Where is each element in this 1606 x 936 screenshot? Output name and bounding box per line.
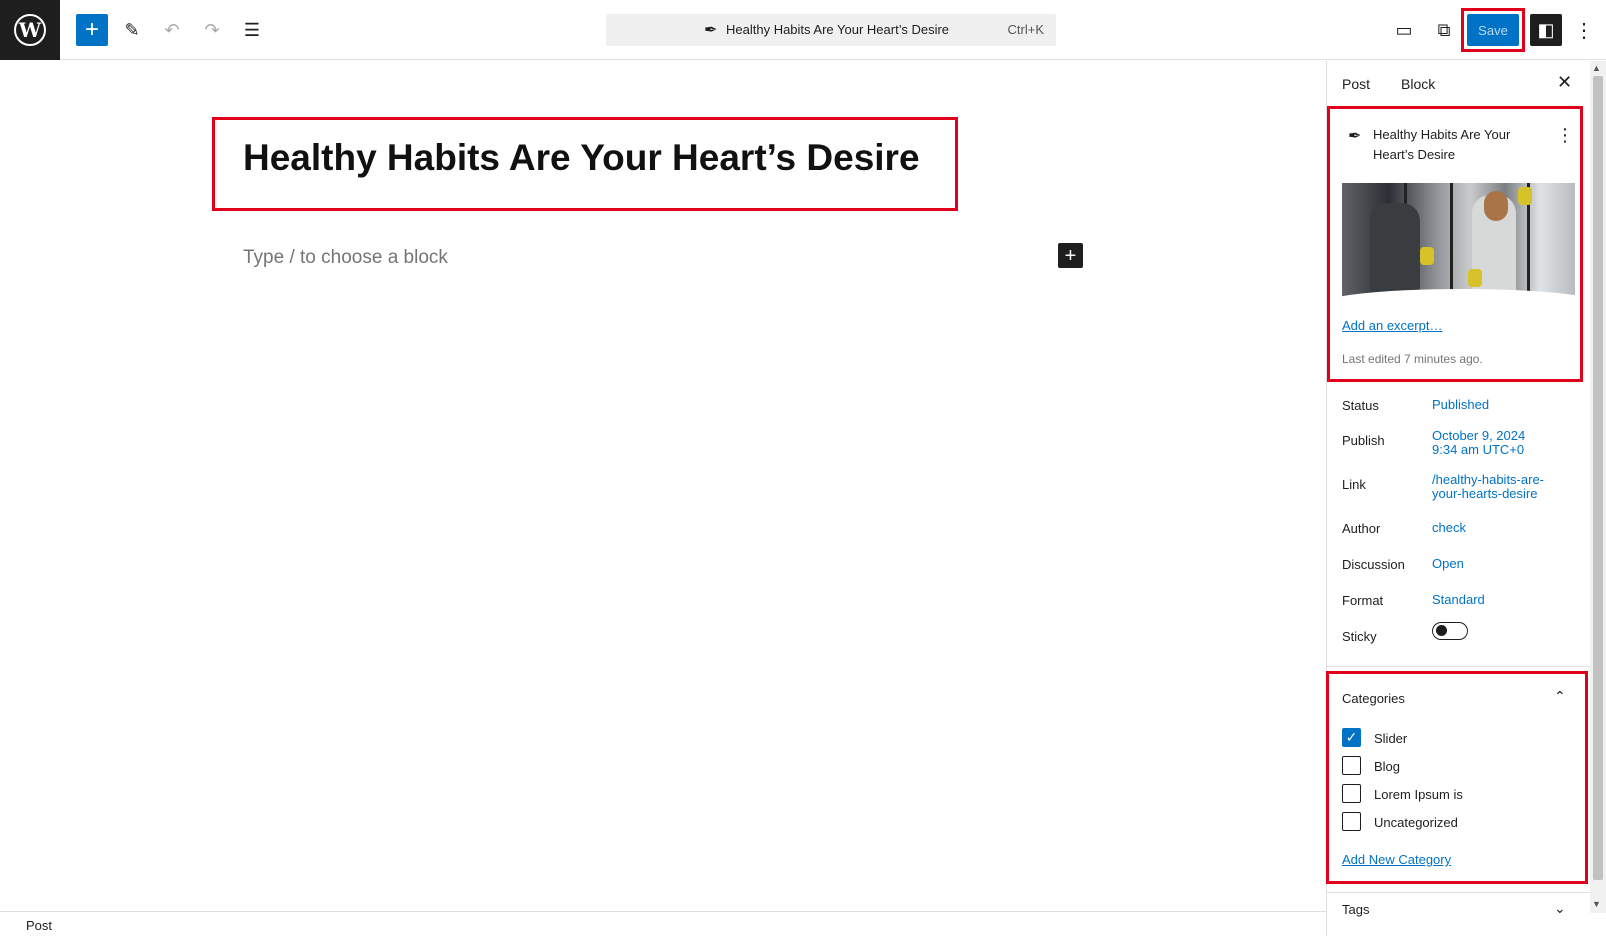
permalink-value[interactable]: /healthy-habits-are- your-hearts-desire [1432,473,1582,501]
wordpress-logo-button[interactable]: W [0,0,60,60]
post-title[interactable]: Healthy Habits Are Your Heart’s Desire [243,137,920,179]
status-value[interactable]: Published [1432,398,1582,412]
category-label: Lorem Ipsum is [1374,787,1463,802]
breadcrumb[interactable]: Post [26,918,52,933]
undo-icon[interactable]: ↶ [156,14,188,46]
format-label: Format [1342,593,1384,608]
document-overview-icon[interactable]: ☰ [236,14,268,46]
category-checkbox[interactable] [1342,784,1361,803]
sticky-label: Sticky [1342,629,1377,644]
discussion-label: Discussion [1342,557,1405,572]
block-inserter-button[interactable]: + [76,14,108,46]
category-checkbox[interactable]: ✓ [1342,728,1361,747]
chevron-up-icon[interactable]: ⌃ [1554,688,1566,705]
inline-add-block-button[interactable]: + [1058,243,1083,268]
format-value[interactable]: Standard [1432,593,1582,607]
editor-footer: Post [0,911,1326,936]
view-icon[interactable]: ▭ [1388,14,1420,46]
save-highlight-box: Save [1461,8,1525,52]
status-label: Status [1342,398,1379,413]
category-label: Blog [1374,759,1401,774]
author-label: Author [1342,521,1381,536]
post-actions-menu-icon[interactable]: ⋮ [1556,125,1574,146]
settings-panel-icon[interactable]: ◧ [1530,14,1562,46]
command-shortcut: Ctrl+K [1007,22,1044,37]
tab-block[interactable]: Block [1401,76,1435,92]
block-placeholder[interactable]: Type / to choose a block [243,247,448,269]
more-options-icon[interactable]: ⋮ [1568,14,1600,46]
discussion-value[interactable]: Open [1432,557,1582,571]
publish-date: October 9, 2024 [1432,428,1526,443]
sticky-toggle[interactable] [1432,622,1468,640]
publish-label: Publish [1342,433,1385,448]
category-checkbox[interactable] [1342,812,1361,831]
publish-value[interactable]: October 9, 2024 9:34 am UTC+0 [1432,429,1582,457]
category-label: Slider [1374,731,1408,746]
scroll-up-icon[interactable]: ▲ [1592,63,1601,73]
category-checkbox[interactable] [1342,756,1361,775]
view-post-external-icon[interactable]: ⧉ [1428,14,1460,46]
tab-post[interactable]: Post [1342,76,1370,92]
permalink-line: /healthy-habits-are- [1432,472,1544,487]
editor-header: W + ✎ ↶ ↷ ☰ ✒ Healthy Habits Are Your He… [0,0,1606,60]
add-excerpt-link[interactable]: Add an excerpt… [1342,318,1442,333]
tags-panel-title[interactable]: Tags [1342,902,1369,917]
scrollbar-thumb[interactable] [1593,76,1603,880]
featured-image[interactable] [1342,183,1575,299]
divider [1327,666,1591,667]
feather-icon: ✒ [704,22,718,39]
save-button[interactable]: Save [1467,14,1519,46]
category-label: Uncategorized [1374,815,1458,830]
wordpress-icon: W [14,14,46,46]
summary-post-title: Healthy Habits Are Your Heart’s Desire [1373,127,1511,162]
last-edited-text: Last edited 7 minutes ago. [1342,352,1483,366]
publish-time: 9:34 am UTC+0 [1432,442,1525,457]
close-icon[interactable]: ✕ [1557,72,1572,93]
redo-icon[interactable]: ↷ [196,14,228,46]
author-value[interactable]: check [1432,521,1582,535]
scroll-down-icon[interactable]: ▼ [1592,899,1601,909]
command-bar-title: Healthy Habits Are Your Heart’s Desire [726,22,950,37]
sidebar-tabs: Post Block ✕ [1327,61,1590,106]
feather-icon: ✒ [1348,128,1362,145]
add-new-category-link[interactable]: Add New Category [1342,852,1451,867]
toggle-knob [1436,625,1447,636]
command-palette-bar[interactable]: ✒ Healthy Habits Are Your Heart’s Desire… [606,14,1056,46]
tools-pen-icon[interactable]: ✎ [116,14,148,46]
link-label: Link [1342,477,1366,492]
chevron-down-icon[interactable]: ⌄ [1554,900,1566,917]
categories-panel-title[interactable]: Categories [1342,691,1405,706]
permalink-line: your-hearts-desire [1432,486,1538,501]
